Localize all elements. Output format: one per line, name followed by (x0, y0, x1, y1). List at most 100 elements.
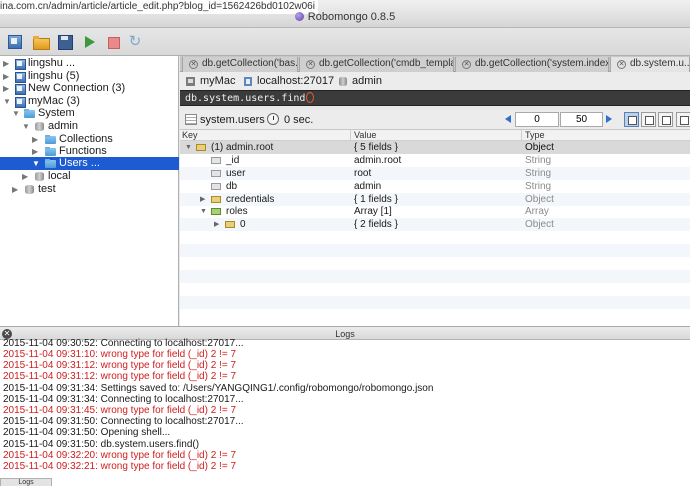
disclosure-closed-icon[interactable]: ▶ (3, 82, 12, 95)
disclosure-open-icon[interactable]: ▼ (200, 205, 208, 218)
row-key: (1) admin.root (211, 142, 274, 153)
tree-item-system[interactable]: ▼ System (0, 107, 179, 120)
title-bar: ina.com.cn/admin/article/article_edit.ph… (0, 0, 690, 28)
tree-item-label: local (48, 170, 71, 182)
connection-name: myMac (200, 75, 236, 87)
tree-item-test[interactable]: ▶ test (0, 183, 179, 196)
disclosure-closed-icon[interactable]: ▶ (214, 218, 222, 231)
tree-item-label: System (38, 107, 75, 119)
disclosure-open-icon[interactable]: ▼ (22, 120, 31, 133)
explorer-tree: ▶ lingshu ... ▶ lingshu (5) ▶ New Connec… (0, 56, 179, 326)
disclosure-open-icon[interactable]: ▼ (32, 157, 41, 170)
column-divider[interactable] (350, 130, 351, 141)
row-value: admin.root (354, 155, 402, 166)
empty-row (180, 270, 690, 283)
object-icon (225, 221, 235, 228)
row-value: Array [1] (354, 206, 392, 217)
editor-line: db.system.users.find (185, 92, 315, 105)
tree-item-lingshu-1[interactable]: ▶ lingshu ... (0, 57, 179, 70)
folder-icon (45, 159, 56, 168)
disclosure-closed-icon[interactable]: ▶ (12, 183, 21, 196)
tree-item-new-connection[interactable]: ▶ New Connection (3) (0, 82, 179, 95)
table-row[interactable]: ▼ roles Array [1] Array (180, 205, 690, 218)
next-page-icon[interactable] (606, 115, 612, 123)
table-row[interactable]: _id admin.root String (180, 154, 690, 167)
folder-open-icon[interactable] (32, 33, 50, 50)
tree-item-users[interactable]: ▼ Users ... (0, 157, 179, 170)
tree-item-label: lingshu ... (28, 57, 76, 69)
table-row[interactable]: db admin String (180, 180, 690, 193)
disclosure-open-icon[interactable]: ▼ (12, 107, 21, 120)
server-address: localhost:27017 (257, 75, 335, 87)
tab-query-1[interactable]: ✕ db.getCollection('bas... (182, 57, 298, 72)
column-header-value[interactable]: Value (354, 130, 376, 141)
array-icon (211, 208, 221, 215)
close-icon[interactable]: ✕ (617, 60, 626, 69)
row-type: String (525, 181, 552, 192)
row-type: Array (525, 206, 549, 217)
tree-item-label: test (38, 183, 56, 195)
close-icon[interactable]: ✕ (189, 60, 198, 69)
execution-time: 0 sec. (284, 114, 314, 126)
logs-bottom-tab[interactable]: Logs (0, 478, 52, 486)
table-view-icon[interactable] (641, 112, 656, 127)
query-text: db.system.users.find (185, 93, 306, 104)
row-key: roles (226, 206, 248, 217)
column-header-key[interactable]: Key (182, 130, 198, 141)
empty-row (180, 283, 690, 296)
log-line: 2015-11-04 09:31:34: Connecting to local… (3, 394, 244, 405)
row-type: Object (525, 142, 554, 153)
skip-input[interactable] (515, 112, 559, 127)
tab-query-2[interactable]: ✕ db.getCollection('cmdb_templat... (299, 57, 454, 72)
query-tab-bar: ✕ db.getCollection('bas... ✕ db.getColle… (180, 56, 690, 72)
stop-icon[interactable] (104, 33, 122, 50)
logs-panel: ✕ Logs 2015-11-04 09:30:52: Connecting t… (0, 326, 690, 486)
text-view-icon[interactable] (658, 112, 673, 127)
cursor-icon (306, 92, 315, 103)
query-editor[interactable]: db.system.users.find (180, 90, 690, 106)
table-row[interactable]: ▼ (1) admin.root { 5 fields } Object (180, 141, 690, 154)
tree-item-admin[interactable]: ▼ admin (0, 120, 179, 133)
previous-page-icon[interactable] (505, 115, 511, 123)
tree-item-local[interactable]: ▶ local (0, 170, 179, 183)
log-line-error: 2015-11-04 09:31:45: wrong type for fiel… (3, 405, 237, 416)
server-icon (14, 84, 26, 95)
tab-query-4[interactable]: ✕ db.system.u... (610, 57, 690, 72)
database-icon (34, 122, 45, 131)
column-divider[interactable] (521, 130, 522, 141)
log-line: 2015-11-04 09:31:50: db.system.users.fin… (3, 439, 200, 450)
row-key: 0 (240, 219, 246, 230)
column-header-type[interactable]: Type (525, 130, 545, 141)
disclosure-closed-icon[interactable]: ▶ (3, 57, 12, 70)
tab-query-3[interactable]: ✕ db.getCollection('system.index... (455, 57, 609, 72)
row-value: { 2 fields } (354, 219, 398, 230)
folder-icon (24, 109, 35, 118)
server-icon (14, 59, 26, 70)
logs-title: Logs (335, 329, 355, 339)
close-icon[interactable]: ✕ (306, 60, 315, 69)
table-row[interactable]: ▶ 0 { 2 fields } Object (180, 218, 690, 231)
limit-input[interactable] (560, 112, 603, 127)
tree-view-icon[interactable] (624, 112, 639, 127)
empty-row (180, 257, 690, 270)
play-icon[interactable] (80, 33, 98, 50)
folder-icon (45, 135, 56, 144)
database-icon (339, 77, 348, 86)
row-value: { 5 fields } (354, 142, 398, 153)
value-icon (211, 157, 221, 164)
log-line-error: 2015-11-04 09:32:21: wrong type for fiel… (3, 461, 237, 472)
value-icon (211, 170, 221, 177)
close-icon[interactable]: ✕ (462, 60, 471, 69)
disclosure-closed-icon[interactable]: ▶ (22, 170, 31, 183)
tree-item-label: admin (48, 120, 78, 132)
custom-view-icon[interactable] (676, 112, 690, 127)
refresh-icon[interactable]: ↻ (126, 33, 144, 50)
log-line-error: 2015-11-04 09:31:10: wrong type for fiel… (3, 349, 237, 360)
disclosure-open-icon[interactable]: ▼ (185, 141, 193, 154)
table-row[interactable]: user root String (180, 167, 690, 180)
save-icon[interactable] (56, 33, 74, 50)
connect-icon[interactable] (6, 33, 24, 50)
empty-row (180, 231, 690, 244)
empty-row (180, 309, 690, 322)
database-icon (24, 185, 35, 194)
